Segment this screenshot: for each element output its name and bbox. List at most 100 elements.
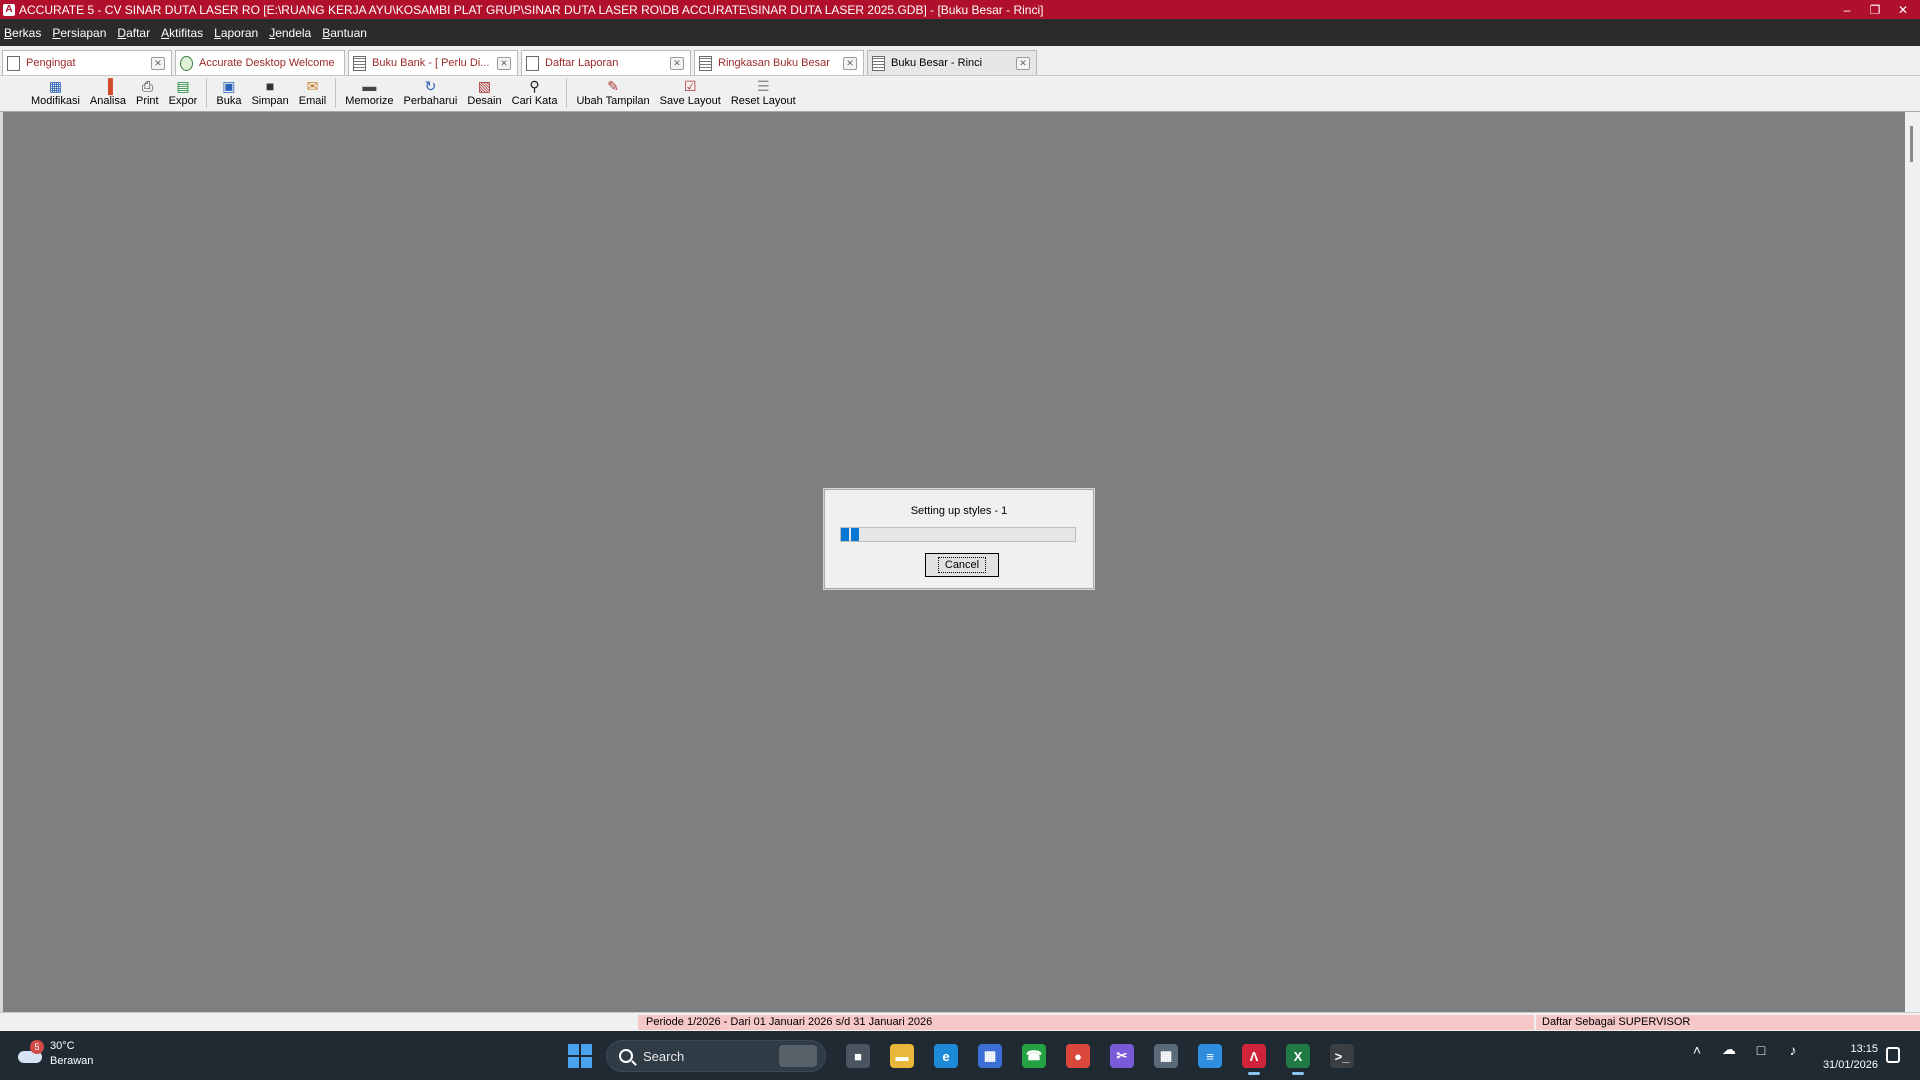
cloud-sync-icon[interactable]: ☁ [1720, 1041, 1738, 1058]
tab-buku-besar-rinci[interactable]: Buku Besar - Rinci ✕ [867, 50, 1037, 75]
button-label: Buka [216, 95, 242, 107]
restore-button[interactable]: ❐ [1868, 3, 1882, 17]
search-highlight-image [779, 1045, 817, 1067]
desain-button[interactable]: ▧ Desain [464, 76, 504, 107]
chrome-taskbar-button[interactable]: ● [1056, 1037, 1100, 1075]
windows-start-icon[interactable] [568, 1044, 592, 1068]
menu-aktifitas[interactable]: Aktifitas [161, 26, 203, 40]
accurate-app-icon: A [3, 3, 15, 16]
toolbar-separator [566, 78, 568, 108]
menu-daftar[interactable]: Daftar [117, 26, 150, 40]
button-label: Perbaharui [403, 95, 458, 107]
printer-icon: ⎙ [141, 78, 153, 94]
cancel-button[interactable]: Cancel [925, 553, 999, 577]
tab-close-icon[interactable]: ✕ [1016, 56, 1030, 70]
progress-dialog: Setting up styles - 1 Cancel [824, 489, 1094, 589]
button-label: Modifikasi [31, 95, 80, 107]
system-tray: ˄ ☁ □ ♪ [1688, 1041, 1802, 1058]
tray-overflow-icon[interactable]: ˄ [1688, 1042, 1706, 1058]
expor-button[interactable]: ▤ Expor [166, 76, 201, 107]
edge-icon: e [934, 1044, 958, 1068]
network-icon[interactable]: □ [1752, 1042, 1770, 1058]
status-bar: Periode 1/2026 - Dari 01 Januari 2026 s/… [0, 1012, 1920, 1031]
search-label: Search [643, 1048, 685, 1064]
pinned-apps: ■ ▬ e ▦ ☎ ● ✂ ▦ ≡ Λ X >_ [836, 1037, 1364, 1075]
tab-daftar-laporan[interactable]: Daftar Laporan ✕ [521, 50, 691, 75]
calculator-taskbar-button[interactable]: ▦ [1144, 1037, 1188, 1075]
tab-label: Buku Besar - Rinci [891, 57, 983, 69]
scrollbar-thumb[interactable] [1910, 126, 1913, 162]
tab-accurate-desktop-welcome[interactable]: Accurate Desktop Welcome [175, 50, 345, 75]
snipping-taskbar-button[interactable]: ✂ [1100, 1037, 1144, 1075]
ubah-tampilan-button[interactable]: ✎ Ubah Tampilan [573, 76, 652, 107]
report-icon [872, 55, 885, 71]
search-icon: ⚲ [529, 78, 540, 94]
minimize-button[interactable]: – [1840, 3, 1854, 17]
weather-badge: 5 [30, 1040, 44, 1054]
memorize-button[interactable]: ▬ Memorize [342, 76, 396, 107]
tab-pengingat[interactable]: Pengingat ✕ [2, 50, 172, 75]
grid-icon [353, 55, 366, 71]
menu-bantuan[interactable]: Bantuan [322, 26, 367, 40]
menu-laporan[interactable]: Laporan [214, 26, 258, 40]
calculator-icon: ▦ [1154, 1044, 1178, 1068]
cari-kata-button[interactable]: ⚲ Cari Kata [509, 76, 561, 107]
menu-jendela[interactable]: Jendela [269, 26, 311, 40]
progress-fill [841, 528, 860, 541]
print-button[interactable]: ⎙ Print [133, 76, 162, 107]
perbaharui-button[interactable]: ↻ Perbaharui [401, 76, 461, 107]
tab-label: Accurate Desktop Welcome [199, 57, 335, 69]
analisa-button[interactable]: ▐ Analisa [87, 76, 129, 107]
save-icon: ■ [265, 78, 275, 94]
tab-close-icon[interactable]: ✕ [843, 56, 857, 70]
chrome-icon: ● [1066, 1044, 1090, 1068]
menu-persiapan[interactable]: Persiapan [52, 26, 106, 40]
toolbar-separator [206, 78, 208, 108]
window-title: ACCURATE 5 - CV SINAR DUTA LASER RO [E:\… [19, 2, 1044, 17]
excel-taskbar-button[interactable]: X [1276, 1037, 1320, 1075]
notification-icon[interactable] [1886, 1047, 1900, 1063]
tab-ringkasan-buku-besar[interactable]: Ringkasan Buku Besar ✕ [694, 50, 864, 75]
weather-condition: Berawan [50, 1055, 94, 1067]
buka-button[interactable]: ▣ Buka [213, 76, 244, 107]
tab-close-icon[interactable]: ✕ [670, 56, 684, 70]
weather-temp: 30°C [50, 1040, 75, 1052]
accurate-taskbar-button[interactable]: Λ [1232, 1037, 1276, 1075]
terminal-taskbar-button[interactable]: >_ [1320, 1037, 1364, 1075]
terminal-icon: >_ [1330, 1044, 1354, 1068]
edge-taskbar-button[interactable]: e [924, 1037, 968, 1075]
clock-date: 31/01/2026 [1822, 1059, 1878, 1071]
title-bar: A ACCURATE 5 - CV SINAR DUTA LASER RO [E… [0, 0, 1920, 19]
weather-widget[interactable]: 5 30°C Berawan [16, 1039, 93, 1069]
task-view-icon: ■ [846, 1044, 870, 1068]
document-tab-bar: Pengingat ✕ Accurate Desktop Welcome Buk… [0, 46, 1920, 76]
email-icon: ✉ [306, 78, 319, 94]
report-toolbar: ▦ Modifikasi ▐ Analisa ⎙ Print ▤ Expor ▣… [0, 76, 1920, 112]
task-view-taskbar-button[interactable]: ■ [836, 1037, 880, 1075]
volume-icon[interactable]: ♪ [1784, 1042, 1802, 1058]
notepad-taskbar-button[interactable]: ≡ [1188, 1037, 1232, 1075]
notepad-icon: ≡ [1198, 1044, 1222, 1068]
simpan-button[interactable]: ■ Simpan [248, 76, 291, 107]
tab-buku-bank[interactable]: Buku Bank - [ Perlu Di... ✕ [348, 50, 518, 75]
menu-bar: Berkas Persiapan Daftar Aktifitas Lapora… [0, 19, 1920, 46]
taskbar-search[interactable]: Search [606, 1040, 826, 1072]
vertical-scrollbar[interactable] [1905, 112, 1920, 1012]
email-button[interactable]: ✉ Email [296, 76, 330, 107]
taskbar-clock[interactable]: 13:15 31/01/2026 [1812, 1041, 1878, 1073]
menu-berkas[interactable]: Berkas [4, 26, 41, 40]
file-explorer-taskbar-button[interactable]: ▬ [880, 1037, 924, 1075]
tab-close-icon[interactable]: ✕ [497, 56, 511, 70]
modifikasi-button[interactable]: ▦ Modifikasi [28, 76, 83, 107]
tab-close-icon[interactable]: ✕ [151, 56, 165, 70]
close-button[interactable]: ✕ [1896, 3, 1910, 17]
whatsapp-taskbar-button[interactable]: ☎ [1012, 1037, 1056, 1075]
button-label: Expor [168, 95, 198, 107]
reset-layout-button[interactable]: ☰ Reset Layout [728, 76, 799, 107]
save-layout-button[interactable]: ☑ Save Layout [657, 76, 724, 107]
button-label: Email [298, 95, 327, 107]
store-taskbar-button[interactable]: ▦ [968, 1037, 1012, 1075]
store-icon: ▦ [978, 1044, 1002, 1068]
accurate-icon: Λ [1242, 1044, 1266, 1068]
tab-label: Pengingat [26, 57, 76, 69]
